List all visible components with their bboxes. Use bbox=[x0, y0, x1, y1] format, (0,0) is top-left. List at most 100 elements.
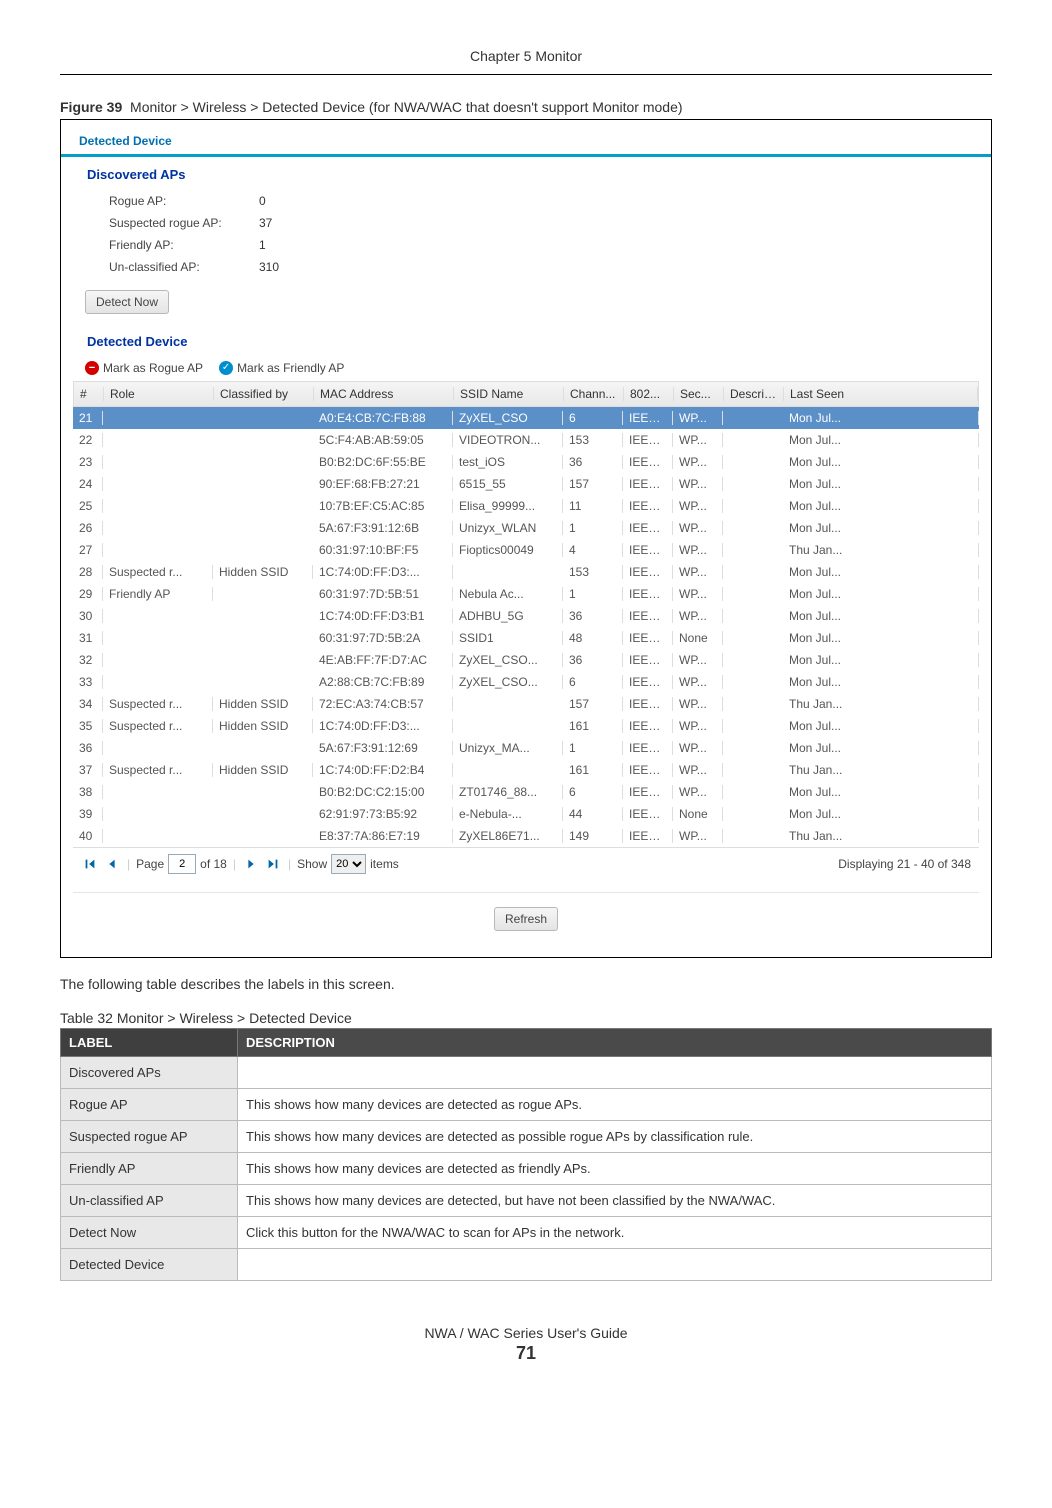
cell: Mon Jul... bbox=[783, 521, 979, 535]
cell: Suspected r... bbox=[103, 763, 213, 777]
cell: Thu Jan... bbox=[783, 829, 979, 843]
cell: 25 bbox=[73, 499, 103, 513]
cell: Mon Jul... bbox=[783, 609, 979, 623]
column-header[interactable]: Role bbox=[104, 387, 214, 401]
desc-row: Discovered APs bbox=[61, 1057, 992, 1089]
table-row[interactable]: 38B0:B2:DC:C2:15:00ZT01746_88...6IEEE...… bbox=[73, 781, 979, 803]
desc-row: Detected Device bbox=[61, 1249, 992, 1281]
table-row[interactable]: 225C:F4:AB:AB:59:05VIDEOTRON...153IEEE..… bbox=[73, 429, 979, 451]
pager-page-label: Page bbox=[136, 857, 164, 871]
footer-guide: NWA / WAC Series User's Guide bbox=[60, 1325, 992, 1341]
column-header[interactable]: SSID Name bbox=[454, 387, 564, 401]
table-row[interactable]: 365A:67:F3:91:12:69Unizyx_MA...1IEEE...W… bbox=[73, 737, 979, 759]
pager-page-input[interactable] bbox=[168, 854, 196, 874]
table-row[interactable]: 21A0:E4:CB:7C:FB:88ZyXEL_CSO6IEEE...WP..… bbox=[73, 407, 979, 429]
cell: Mon Jul... bbox=[783, 587, 979, 601]
cell: WP... bbox=[673, 697, 723, 711]
table-row[interactable]: 28Suspected r...Hidden SSID1C:74:0D:FF:D… bbox=[73, 561, 979, 583]
mark-rogue-button[interactable]: − Mark as Rogue AP bbox=[85, 361, 203, 375]
desc-text: This shows how many devices are detected… bbox=[238, 1185, 992, 1217]
cell: Mon Jul... bbox=[783, 411, 979, 425]
column-header[interactable]: Last Seen bbox=[784, 387, 978, 401]
tab-detected-device[interactable]: Detected Device bbox=[61, 128, 190, 157]
table-row[interactable]: 34Suspected r...Hidden SSID72:EC:A3:74:C… bbox=[73, 693, 979, 715]
table-row[interactable]: 23B0:B2:DC:6F:55:BEtest_iOS36IEEE...WP..… bbox=[73, 451, 979, 473]
table-row[interactable]: 29Friendly AP60:31:97:7D:5B:51Nebula Ac.… bbox=[73, 583, 979, 605]
grid-pager: | Page of 18 | | Show 20 items Displayin… bbox=[73, 847, 979, 880]
page-footer: NWA / WAC Series User's Guide 71 bbox=[60, 1325, 992, 1364]
cell: Hidden SSID bbox=[213, 697, 313, 711]
cell: 21 bbox=[73, 411, 103, 425]
cell: 4E:AB:FF:7F:D7:AC bbox=[313, 653, 453, 667]
cell: SSID1 bbox=[453, 631, 563, 645]
cell: Unizyx_MA... bbox=[453, 741, 563, 755]
pager-first-icon[interactable] bbox=[81, 855, 99, 873]
pager-prev-icon[interactable] bbox=[103, 855, 121, 873]
cell: 11 bbox=[563, 499, 623, 513]
figure-label: Figure 39 bbox=[60, 99, 122, 115]
table-row[interactable]: 3160:31:97:7D:5B:2ASSID148IEEE...NoneMon… bbox=[73, 627, 979, 649]
desc-label: Rogue AP bbox=[61, 1089, 238, 1121]
table-row[interactable]: 37Suspected r...Hidden SSID1C:74:0D:FF:D… bbox=[73, 759, 979, 781]
cell: A0:E4:CB:7C:FB:88 bbox=[313, 411, 453, 425]
cell: 161 bbox=[563, 763, 623, 777]
cell: Mon Jul... bbox=[783, 653, 979, 667]
cell: 62:91:97:73:B5:92 bbox=[313, 807, 453, 821]
desc-text bbox=[238, 1057, 992, 1089]
grid-body: 21A0:E4:CB:7C:FB:88ZyXEL_CSO6IEEE...WP..… bbox=[73, 407, 979, 847]
mark-friendly-button[interactable]: ✓ Mark as Friendly AP bbox=[219, 361, 344, 375]
column-header[interactable]: Chann... bbox=[564, 387, 624, 401]
column-header[interactable]: # bbox=[74, 387, 104, 401]
table-row[interactable]: 40E8:37:7A:86:E7:19ZyXEL86E71...149IEEE.… bbox=[73, 825, 979, 847]
table-row[interactable]: 2510:7B:EF:C5:AC:85Elisa_99999...11IEEE.… bbox=[73, 495, 979, 517]
cell: 72:EC:A3:74:CB:57 bbox=[313, 697, 453, 711]
pager-last-icon[interactable] bbox=[264, 855, 282, 873]
stat-friendly-value: 1 bbox=[259, 238, 266, 252]
figure-caption: Figure 39 Monitor > Wireless > Detected … bbox=[60, 99, 992, 115]
cell: Thu Jan... bbox=[783, 543, 979, 557]
table-row[interactable]: 301C:74:0D:FF:D3:B1ADHBU_5G36IEEE...WP..… bbox=[73, 605, 979, 627]
cell: Thu Jan... bbox=[783, 697, 979, 711]
cell: 60:31:97:7D:5B:51 bbox=[313, 587, 453, 601]
detect-now-button[interactable]: Detect Now bbox=[85, 290, 169, 314]
cell: WP... bbox=[673, 785, 723, 799]
table-row[interactable]: 3962:91:97:73:B5:92e-Nebula-...44IEEE...… bbox=[73, 803, 979, 825]
column-header[interactable]: 802... bbox=[624, 387, 674, 401]
desc-header-description: DESCRIPTION bbox=[238, 1029, 992, 1057]
cell: IEEE... bbox=[623, 697, 673, 711]
refresh-button[interactable]: Refresh bbox=[494, 907, 558, 931]
grid-toolbar: − Mark as Rogue AP ✓ Mark as Friendly AP bbox=[61, 355, 991, 381]
table-row[interactable]: 35Suspected r...Hidden SSID1C:74:0D:FF:D… bbox=[73, 715, 979, 737]
cell: Friendly AP bbox=[103, 587, 213, 601]
minus-icon: − bbox=[85, 361, 99, 375]
table-row[interactable]: 33A2:88:CB:7C:FB:89ZyXEL_CSO...6IEEE...W… bbox=[73, 671, 979, 693]
cell: WP... bbox=[673, 565, 723, 579]
cell: 28 bbox=[73, 565, 103, 579]
cell: 34 bbox=[73, 697, 103, 711]
cell: IEEE... bbox=[623, 565, 673, 579]
cell: B0:B2:DC:C2:15:00 bbox=[313, 785, 453, 799]
table-row[interactable]: 2490:EF:68:FB:27:216515_55157IEEE...WP..… bbox=[73, 473, 979, 495]
cell: 4 bbox=[563, 543, 623, 557]
cell: IEEE... bbox=[623, 521, 673, 535]
cell: Mon Jul... bbox=[783, 565, 979, 579]
column-header[interactable]: Descrip... bbox=[724, 387, 784, 401]
column-header[interactable]: MAC Address bbox=[314, 387, 454, 401]
desc-row: Suspected rogue APThis shows how many de… bbox=[61, 1121, 992, 1153]
column-header[interactable]: Sec... bbox=[674, 387, 724, 401]
column-header[interactable]: Classified by bbox=[214, 387, 314, 401]
pager-show-select[interactable]: 20 bbox=[331, 854, 366, 874]
table-row[interactable]: 265A:67:F3:91:12:6BUnizyx_WLAN1IEEE...WP… bbox=[73, 517, 979, 539]
stat-rogue-value: 0 bbox=[259, 194, 266, 208]
cell: IEEE... bbox=[623, 807, 673, 821]
pager-next-icon[interactable] bbox=[242, 855, 260, 873]
desc-text: This shows how many devices are detected… bbox=[238, 1089, 992, 1121]
table-row[interactable]: 324E:AB:FF:7F:D7:ACZyXEL_CSO...36IEEE...… bbox=[73, 649, 979, 671]
cell: 36 bbox=[563, 609, 623, 623]
table-row[interactable]: 2760:31:97:10:BF:F5Fioptics000494IEEE...… bbox=[73, 539, 979, 561]
cell: 1C:74:0D:FF:D3:B1 bbox=[313, 609, 453, 623]
cell: test_iOS bbox=[453, 455, 563, 469]
desc-row: Un-classified APThis shows how many devi… bbox=[61, 1185, 992, 1217]
cell: WP... bbox=[673, 521, 723, 535]
cell: IEEE... bbox=[623, 609, 673, 623]
